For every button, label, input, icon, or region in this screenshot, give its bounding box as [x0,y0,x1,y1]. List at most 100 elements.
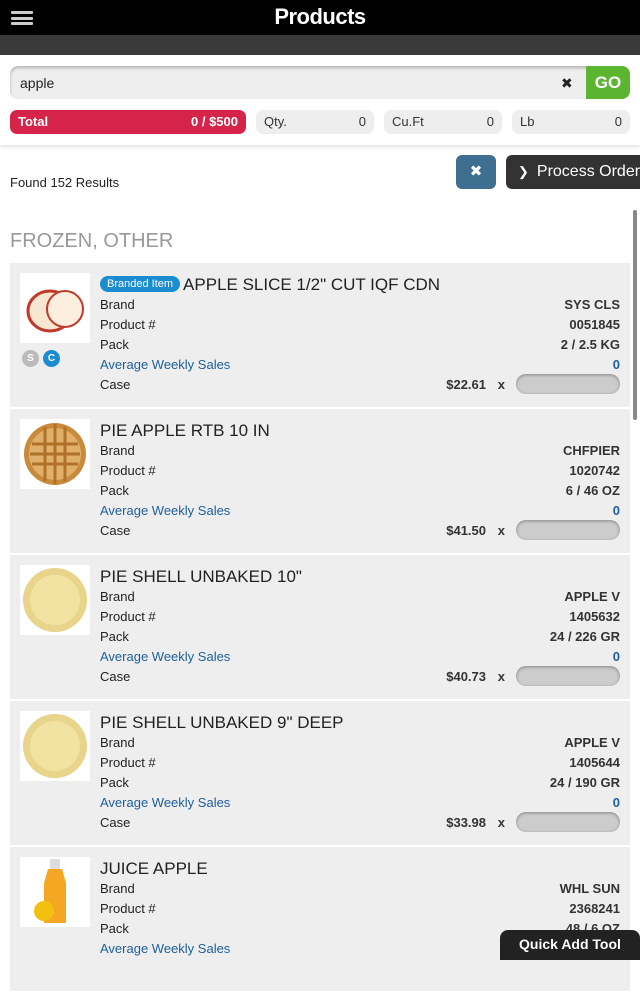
total-value: 0 / $500 [191,114,238,129]
lb-stat: Lb 0 [512,110,630,134]
aws-label: Average Weekly Sales [100,941,231,956]
quantity-input[interactable] [516,374,620,394]
product-name-text: PIE SHELL UNBAKED 10" [100,567,302,586]
results-count: Found 152 Results [10,175,120,190]
brand-value: SYS CLS [564,297,620,312]
product-value: 0051845 [569,317,620,332]
brand-row: Brand WHL SUN [100,881,620,901]
pack-label: Pack [100,775,129,790]
product-name[interactable]: PIE SHELL UNBAKED 9" DEEP [100,713,344,733]
pack-row: Pack 24 / 190 GR [100,775,620,795]
lb-label: Lb [520,114,535,129]
clear-search-icon[interactable]: ✖ [561,75,573,92]
case-price: $41.50 [446,523,486,538]
brand-label: Brand [100,881,135,896]
go-button[interactable]: GO [586,66,630,99]
product-label: Product # [100,317,156,332]
brand-value: WHL SUN [559,881,620,896]
product-name-text: PIE SHELL UNBAKED 9" DEEP [100,713,344,732]
product-value: 1405632 [569,609,620,624]
brand-label: Brand [100,443,135,458]
brand-label: Brand [100,735,135,750]
brand-label: Brand [100,297,135,312]
case-price: $22.61 [446,377,486,392]
product-name[interactable]: JUICE APPLE [100,859,208,879]
product-label: Product # [100,901,156,916]
pack-value: 24 / 190 GR [549,775,620,790]
case-row: Case $33.98 x [100,812,620,835]
lb-value: 0 [614,114,622,129]
product-label: Product # [100,755,156,770]
quick-add-tool-button[interactable]: Quick Add Tool [500,930,640,960]
product-item[interactable]: PIE SHELL UNBAKED 9" DEEP Brand APPLE V Pro… [10,701,630,847]
case-label: Case [100,669,131,684]
pack-label: Pack [100,921,129,936]
case-price: $40.73 [446,669,486,684]
product-item[interactable]: PIE SHELL UNBAKED 10" Brand APPLE V Product… [10,555,630,701]
brand-row: Brand CHFPIER [100,443,620,463]
s-badge-icon: S [22,350,39,367]
branded-item-badge: Branded Item [100,276,181,292]
subheader-bar [0,35,640,55]
times-label: x [497,669,505,684]
pack-row: Pack 24 / 226 GR [100,629,620,649]
product-name-text: PIE APPLE RTB 10 IN [100,421,270,440]
aws-label: Average Weekly Sales [100,357,231,372]
pack-value: 6 / 46 OZ [565,483,620,498]
qty-value: 0 [358,114,366,129]
total-stat: Total 0 / $500 [10,110,246,134]
section-heading: FROZEN, OTHER [10,230,174,252]
process-order-button[interactable]: ❯ Process Order [506,155,640,189]
times-label: x [497,377,505,392]
close-icon: ✖ [469,163,483,180]
cuft-value: 0 [486,114,494,129]
product-row: Product # 1405644 [100,755,620,775]
quantity-input[interactable] [516,812,620,832]
product-image[interactable] [20,419,90,489]
aws-label: Average Weekly Sales [100,503,231,518]
quantity-input[interactable] [516,666,620,686]
aws-label: Average Weekly Sales [100,795,231,810]
pack-value: 2 / 2.5 KG [560,337,620,352]
product-label: Product # [100,609,156,624]
product-image[interactable] [20,711,90,781]
product-image[interactable] [20,857,90,927]
times-label: x [497,523,505,538]
pack-row: Pack 2 / 2.5 KG [100,337,620,357]
qty-stat: Qty. 0 [256,110,374,134]
pack-label: Pack [100,483,129,498]
brand-row: Brand APPLE V [100,735,620,755]
product-image[interactable] [20,565,90,635]
case-row: Case $22.61 x [100,374,620,397]
product-image[interactable] [20,273,90,343]
clear-order-button[interactable]: ✖ [456,155,496,189]
product-label: Product # [100,463,156,478]
toolbar: apple ✖ GO Total 0 / $500 Qty. 0 Cu.Ft 0 Lb… [0,55,640,145]
c-badge-icon: C [43,350,60,367]
product-name[interactable]: PIE SHELL UNBAKED 10" [100,567,302,587]
quantity-input[interactable] [516,520,620,540]
pack-value: 24 / 226 GR [549,629,620,644]
product-row: Product # 1405632 [100,609,620,629]
brand-value: APPLE V [564,735,620,750]
product-name-text: APPLE SLICE 1/2" CUT IQF CDN [183,275,441,294]
case-row: Case $40.73 x [100,666,620,689]
brand-value: APPLE V [564,589,620,604]
brand-row: Brand APPLE V [100,589,620,609]
search-input[interactable]: apple [10,66,590,99]
pack-label: Pack [100,337,129,352]
case-price: $33.98 [446,815,486,830]
product-item[interactable]: PIE APPLE RTB 10 IN Brand CHFPIER Product #… [10,409,630,555]
scrollbar[interactable] [633,210,637,420]
case-label: Case [100,377,131,392]
product-list: S C Branded Item APPLE SLICE 1/2" CUT IQF C… [10,263,630,993]
aws-label: Average Weekly Sales [100,649,231,664]
process-order-label: Process Order [536,163,640,180]
product-row: Product # 2368241 [100,901,620,921]
chevron-right-icon: ❯ [518,164,529,179]
product-name[interactable]: PIE APPLE RTB 10 IN [100,421,270,441]
product-name[interactable]: Branded Item APPLE SLICE 1/2" CUT IQF CDN [100,275,440,295]
product-item[interactable]: S C Branded Item APPLE SLICE 1/2" CUT IQF C… [10,263,630,409]
product-item[interactable]: JUICE APPLE Brand WHL SUN Product #2368241 P… [10,847,630,993]
pack-label: Pack [100,629,129,644]
